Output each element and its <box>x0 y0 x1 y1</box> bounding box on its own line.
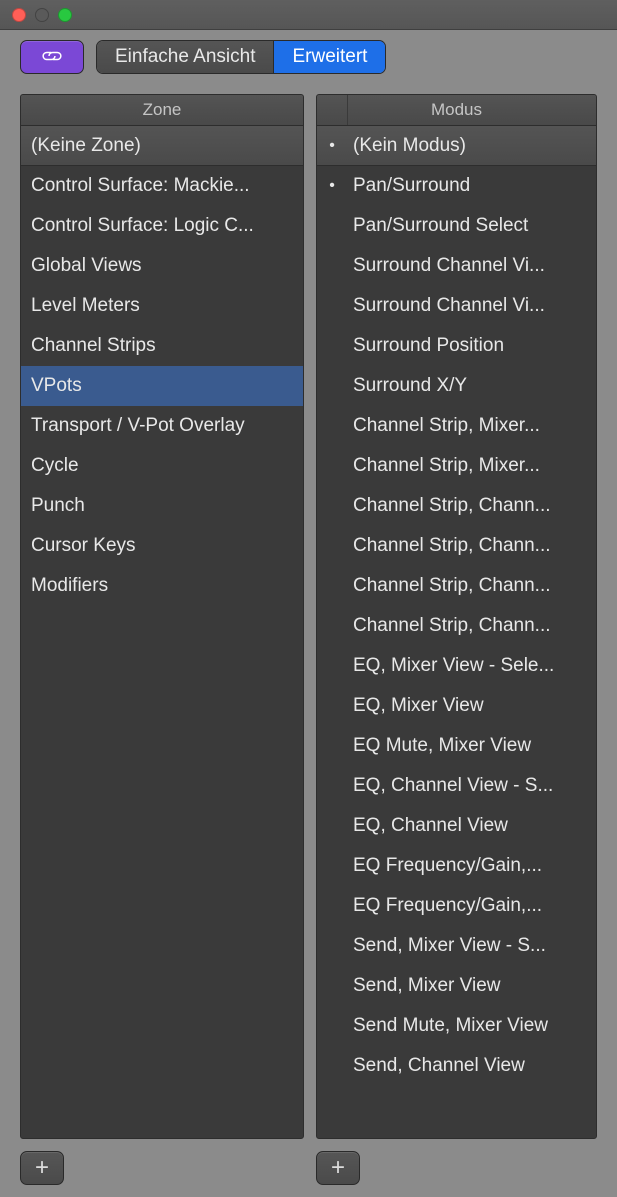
zone-list-item[interactable]: Level Meters <box>21 286 303 326</box>
modus-list-item[interactable]: Surround Channel Vi... <box>317 286 596 326</box>
zone-list-item[interactable]: Cycle <box>21 446 303 486</box>
modus-item-label: Channel Strip, Chann... <box>347 615 596 637</box>
modus-item-label: Send, Mixer View <box>347 975 596 997</box>
modus-item-label: Send Mute, Mixer View <box>347 1015 596 1037</box>
modus-list-item[interactable]: EQ Frequency/Gain,... <box>317 886 596 926</box>
link-toggle-button[interactable] <box>20 40 84 74</box>
modus-list-item[interactable]: Surround X/Y <box>317 366 596 406</box>
modus-list-item[interactable]: •(Kein Modus) <box>317 126 596 166</box>
modus-item-label: EQ Mute, Mixer View <box>347 735 596 757</box>
modus-item-label: EQ Frequency/Gain,... <box>347 855 596 877</box>
zone-list: (Keine Zone)Control Surface: Mackie...Co… <box>21 126 303 1138</box>
modus-list-item[interactable]: Send, Channel View <box>317 1046 596 1086</box>
link-icon <box>39 47 65 68</box>
bullet-indicator: • <box>317 177 347 195</box>
window-maximize-button[interactable] <box>58 8 72 22</box>
modus-column-header[interactable]: Modus <box>317 95 596 126</box>
zone-list-item[interactable]: Punch <box>21 486 303 526</box>
zone-panel: Zone (Keine Zone)Control Surface: Mackie… <box>20 94 304 1139</box>
modus-list-item[interactable]: Channel Strip, Chann... <box>317 526 596 566</box>
modus-list-item[interactable]: Channel Strip, Chann... <box>317 566 596 606</box>
modus-list-item[interactable]: Channel Strip, Chann... <box>317 486 596 526</box>
modus-list-item[interactable]: Send, Mixer View - S... <box>317 926 596 966</box>
modus-list-item[interactable]: Channel Strip, Mixer... <box>317 446 596 486</box>
zone-list-item[interactable]: Channel Strips <box>21 326 303 366</box>
modus-list-item[interactable]: Surround Position <box>317 326 596 366</box>
modus-item-label: Channel Strip, Mixer... <box>347 455 596 477</box>
modus-list-item[interactable]: Surround Channel Vi... <box>317 246 596 286</box>
modus-item-label: EQ, Channel View - S... <box>347 775 596 797</box>
zone-list-item[interactable]: Cursor Keys <box>21 526 303 566</box>
window-minimize-button[interactable] <box>35 8 49 22</box>
footer-bar: + + <box>0 1143 617 1197</box>
zone-list-item[interactable]: Transport / V-Pot Overlay <box>21 406 303 446</box>
modus-item-label: Channel Strip, Chann... <box>347 575 596 597</box>
window-close-button[interactable] <box>12 8 26 22</box>
modus-item-label: Channel Strip, Chann... <box>347 495 596 517</box>
zone-list-item[interactable]: Control Surface: Mackie... <box>21 166 303 206</box>
modus-list-item[interactable]: EQ, Channel View - S... <box>317 766 596 806</box>
add-modus-button[interactable]: + <box>316 1151 360 1185</box>
modus-list-item[interactable]: Send, Mixer View <box>317 966 596 1006</box>
zone-list-item[interactable]: Global Views <box>21 246 303 286</box>
modus-list: •(Kein Modus)•Pan/SurroundPan/Surround S… <box>317 126 596 1138</box>
zone-list-item[interactable]: Control Surface: Logic C... <box>21 206 303 246</box>
modus-item-label: EQ, Mixer View <box>347 695 596 717</box>
modus-panel: Modus •(Kein Modus)•Pan/SurroundPan/Surr… <box>316 94 597 1139</box>
window-titlebar <box>0 0 617 30</box>
modus-item-label: Surround Position <box>347 335 596 357</box>
app-window: Einfache Ansicht Erweitert Zone (Keine Z… <box>0 0 617 1197</box>
modus-list-item[interactable]: Channel Strip, Chann... <box>317 606 596 646</box>
zone-list-item[interactable]: (Keine Zone) <box>21 126 303 166</box>
modus-item-label: Surround Channel Vi... <box>347 295 596 317</box>
modus-item-label: EQ, Mixer View - Sele... <box>347 655 596 677</box>
modus-item-label: Send, Mixer View - S... <box>347 935 596 957</box>
simple-view-button[interactable]: Einfache Ansicht <box>97 41 274 73</box>
modus-item-label: Send, Channel View <box>347 1055 596 1077</box>
zone-list-item[interactable]: Modifiers <box>21 566 303 606</box>
zone-column-header[interactable]: Zone <box>21 95 303 126</box>
modus-list-item[interactable]: EQ Frequency/Gain,... <box>317 846 596 886</box>
modus-item-label: Channel Strip, Chann... <box>347 535 596 557</box>
main-content: Zone (Keine Zone)Control Surface: Mackie… <box>0 84 617 1143</box>
modus-item-label: Surround Channel Vi... <box>347 255 596 277</box>
plus-icon: + <box>35 1154 49 1182</box>
modus-item-label: EQ, Channel View <box>347 815 596 837</box>
modus-item-label: (Kein Modus) <box>347 135 596 157</box>
extended-view-button[interactable]: Erweitert <box>274 41 385 73</box>
zone-list-item[interactable]: VPots <box>21 366 303 406</box>
modus-list-item[interactable]: Pan/Surround Select <box>317 206 596 246</box>
modus-list-item[interactable]: Channel Strip, Mixer... <box>317 406 596 446</box>
modus-list-item[interactable]: EQ Mute, Mixer View <box>317 726 596 766</box>
modus-list-item[interactable]: EQ, Mixer View <box>317 686 596 726</box>
modus-list-item[interactable]: •Pan/Surround <box>317 166 596 206</box>
modus-list-item[interactable]: Send Mute, Mixer View <box>317 1006 596 1046</box>
bullet-indicator: • <box>317 137 347 155</box>
modus-item-label: Channel Strip, Mixer... <box>347 415 596 437</box>
modus-item-label: Pan/Surround <box>347 175 596 197</box>
modus-list-item[interactable]: EQ, Mixer View - Sele... <box>317 646 596 686</box>
plus-icon: + <box>331 1154 345 1182</box>
modus-item-label: Pan/Surround Select <box>347 215 596 237</box>
modus-item-label: Surround X/Y <box>347 375 596 397</box>
modus-item-label: EQ Frequency/Gain,... <box>347 895 596 917</box>
add-zone-button[interactable]: + <box>20 1151 64 1185</box>
view-mode-segmented-control: Einfache Ansicht Erweitert <box>96 40 386 74</box>
modus-list-item[interactable]: EQ, Channel View <box>317 806 596 846</box>
toolbar: Einfache Ansicht Erweitert <box>0 30 617 84</box>
